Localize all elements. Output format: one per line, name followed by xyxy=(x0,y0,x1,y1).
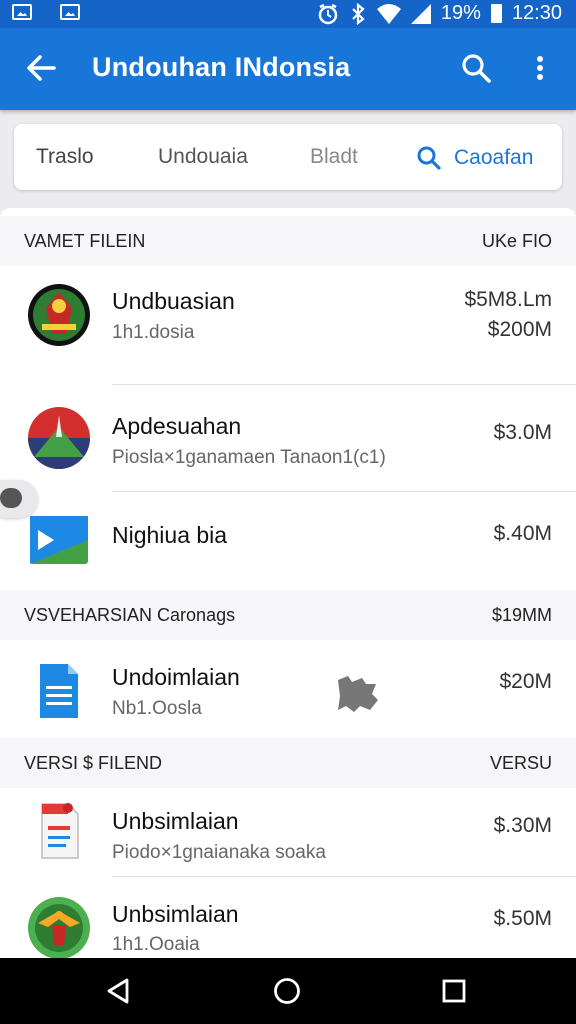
item-subtitle: 1h1.Ooaia xyxy=(112,934,200,955)
section-title: VERSI $ FILEND xyxy=(24,753,163,773)
tab-search[interactable]: Caoafan xyxy=(416,145,533,171)
document-icon xyxy=(40,664,78,718)
tab-search-label: Caoafan xyxy=(454,146,534,169)
list-item[interactable]: Unbsimlaian 1h1.Ooaia $.50M xyxy=(0,877,576,959)
gallery-notification-icon xyxy=(12,4,32,20)
bluetooth-icon xyxy=(352,2,365,25)
system-nav-bar xyxy=(0,958,576,1024)
tab-bladt[interactable]: Bladt xyxy=(310,145,358,169)
section-column-label: $19MM xyxy=(491,605,552,625)
item-name: Unbsimlaian xyxy=(112,901,239,927)
floating-chat-bubble[interactable] xyxy=(0,480,38,518)
nav-home-icon[interactable] xyxy=(272,976,302,1006)
list-item[interactable]: Unbsimlaian Piodo×1gnaianaka soaka $.30M xyxy=(0,788,576,876)
item-size-secondary: $200M xyxy=(487,318,552,341)
nav-recents-icon[interactable] xyxy=(439,976,469,1006)
section-column-label: VERSU xyxy=(489,753,552,773)
section-column-label: UKe FIO xyxy=(481,231,552,251)
image-file-icon xyxy=(30,516,88,564)
section-title: VSVEHARSIAN Caronags xyxy=(24,605,236,625)
list-item[interactable]: Nighiua bia $.40M xyxy=(0,492,576,584)
clock: 12:30 xyxy=(511,2,562,24)
chat-bubble-icon xyxy=(0,488,22,508)
battery-percent: 19% xyxy=(440,2,481,24)
item-size: $20M xyxy=(499,670,552,693)
section-header: VAMET FILEIN UKe FIO xyxy=(0,216,576,266)
tab-undouaia[interactable]: Undouaia xyxy=(158,145,248,169)
back-arrow-icon[interactable] xyxy=(24,50,58,86)
search-icon[interactable] xyxy=(460,52,492,84)
tab-traslo[interactable]: Traslo xyxy=(36,145,94,169)
item-subtitle: Nb1.Oosla xyxy=(112,698,202,719)
item-subtitle: Piosla×1ganamaen Tanaon1(c1) xyxy=(112,447,386,468)
garuda-emblem-icon xyxy=(28,897,90,959)
section-header: VSVEHARSIAN Caronags $19MM xyxy=(0,590,576,640)
item-size: $5M8.Lm xyxy=(464,288,552,311)
item-name: Unbsimlaian xyxy=(112,808,239,834)
item-size: $3.0M xyxy=(493,421,552,444)
item-subtitle: 1h1.dosia xyxy=(112,322,195,343)
item-name: Undbuasian xyxy=(112,288,235,314)
list-item[interactable]: Undoimlaian Nb1.Oosla $20M xyxy=(0,640,576,738)
app-bar: Undouhan INdonsia xyxy=(0,28,576,110)
flag-monument-icon xyxy=(28,407,90,469)
item-size: $.50M xyxy=(493,907,552,930)
item-subtitle: Piodo×1gnaianaka soaka xyxy=(112,842,326,863)
cell-signal-icon xyxy=(410,3,431,24)
page-title: Undouhan INdonsia xyxy=(92,52,351,82)
emblem-badge-icon xyxy=(28,284,90,346)
item-size: $.40M xyxy=(493,522,552,545)
nav-back-icon[interactable] xyxy=(103,976,133,1006)
gallery-notification-icon xyxy=(60,4,80,20)
more-options-icon[interactable] xyxy=(528,52,552,84)
item-name: Nighiua bia xyxy=(112,522,228,548)
list-item[interactable]: Apdesuahan Piosla×1ganamaen Tanaon1(c1) … xyxy=(0,385,576,491)
wifi-icon xyxy=(376,3,401,24)
search-icon xyxy=(417,146,441,170)
item-name: Apdesuahan xyxy=(112,413,242,439)
status-bar: 19% 12:30 xyxy=(0,0,576,28)
red-document-icon xyxy=(41,803,79,859)
list-item[interactable]: Undbuasian 1h1.dosia $5M8.Lm $200M xyxy=(0,266,576,384)
download-list: VAMET FILEIN UKe FIO Undbuasian 1h1.dosi… xyxy=(0,208,576,959)
filter-tabs: Traslo Undouaia Bladt Caoafan xyxy=(14,124,562,190)
section-title: VAMET FILEIN xyxy=(24,231,146,251)
alarm-icon xyxy=(318,3,338,24)
map-region-icon xyxy=(338,676,378,712)
item-size: $.30M xyxy=(493,814,552,837)
section-header: VERSI $ FILEND VERSU xyxy=(0,738,576,788)
item-name: Undoimlaian xyxy=(112,664,240,690)
battery-icon xyxy=(490,4,502,23)
